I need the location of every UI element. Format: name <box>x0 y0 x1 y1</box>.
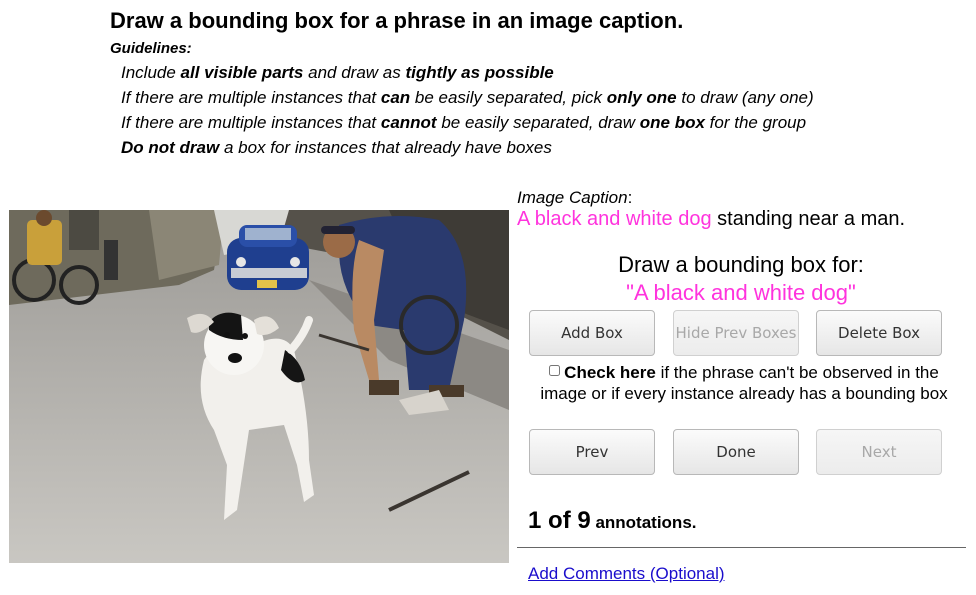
guideline-1-segment: tightly as possible <box>405 63 554 82</box>
guideline-3-segment: for the group <box>704 113 807 132</box>
target-phrase: "A black and white dog" <box>626 280 856 305</box>
guideline-2-segment: If there are multiple instances that <box>121 88 381 107</box>
current-index: 1 <box>528 507 542 534</box>
guideline-4-segment: Do not draw <box>121 138 220 157</box>
not-observable-checkbox[interactable] <box>549 365 561 376</box>
add-comments-link[interactable]: Add Comments (Optional) <box>528 564 725 584</box>
guideline-2-segment: can <box>380 88 411 107</box>
guidelines-label: Guidelines: <box>110 40 192 57</box>
delete-box-button[interactable]: Delete Box <box>816 310 942 356</box>
guideline-2-segment: be easily separated, pick <box>410 88 607 107</box>
next-button[interactable]: Next <box>816 429 942 475</box>
guideline-2: If there are multiple instances that can… <box>121 88 814 108</box>
not-observable-checkbox-row: Check here if the phrase can't be observ… <box>532 362 956 404</box>
draw-instruction: Draw a bounding box for: <box>618 252 864 277</box>
counter-suffix: annotations. <box>590 513 697 532</box>
page-title: Draw a bounding box for a phrase in an i… <box>110 8 684 33</box>
total-count: 9 <box>577 507 591 534</box>
guideline-4-segment: a box for instances that already have bo… <box>219 138 552 157</box>
guideline-1-segment: and draw as <box>303 63 406 82</box>
add-box-button[interactable]: Add Box <box>529 310 655 356</box>
guideline-3-segment: If there are multiple instances that <box>121 113 381 132</box>
annotation-counter: 1 of 9 annotations. <box>528 507 697 535</box>
guideline-3-segment: be easily separated, draw <box>436 113 640 132</box>
counter-of: of <box>541 507 578 534</box>
caption-phrase-highlight: A black and white dog <box>517 208 712 230</box>
guideline-4: Do not draw a box for instances that alr… <box>121 138 552 158</box>
guideline-1-segment: all visible parts <box>180 63 304 82</box>
guideline-3-segment: one box <box>639 113 705 132</box>
done-button[interactable]: Done <box>673 429 799 475</box>
caption-label: Image Caption: <box>517 188 633 207</box>
guideline-2-segment: to draw (any one) <box>676 88 814 107</box>
caption-rest: standing near a man. <box>711 208 906 230</box>
prev-button[interactable]: Prev <box>529 429 655 475</box>
hide-prev-boxes-button[interactable]: Hide Prev Boxes <box>673 310 799 356</box>
street-dog-photo <box>9 210 509 563</box>
image-caption: A black and white dog standing near a ma… <box>517 208 905 231</box>
guideline-1-segment: Include <box>121 63 181 82</box>
guideline-3-segment: cannot <box>380 113 437 132</box>
check-here-label: Check here <box>564 363 656 382</box>
guideline-2-segment: only one <box>606 88 677 107</box>
guideline-3: If there are multiple instances that can… <box>121 113 806 133</box>
annotation-image[interactable] <box>9 210 509 563</box>
divider <box>517 547 966 548</box>
guideline-1: Include all visible parts and draw as ti… <box>121 63 554 83</box>
